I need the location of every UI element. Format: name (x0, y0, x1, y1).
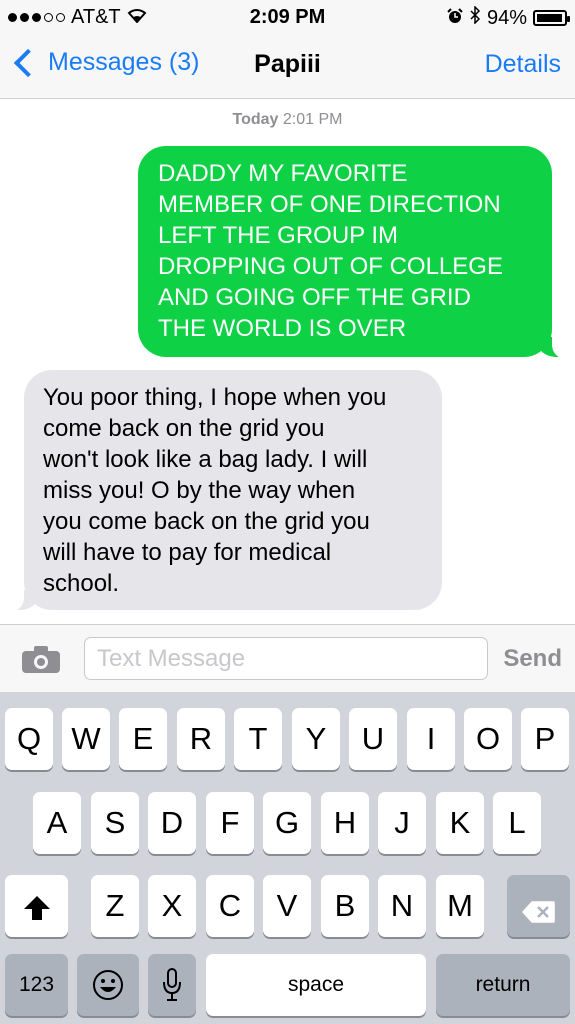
status-bar: AT&T 2:09 PM 94% (0, 0, 575, 34)
key-i[interactable]: I (407, 708, 455, 770)
key-e[interactable]: E (119, 708, 167, 770)
key-f[interactable]: F (206, 792, 254, 854)
battery-icon (533, 10, 570, 26)
keyboard: Q W E R T Y U I O P A S D F G H J K L Z … (0, 692, 575, 1024)
key-label: C (218, 888, 242, 923)
key-label: I (426, 721, 436, 756)
key-label: G (274, 805, 300, 840)
alarm-icon (447, 7, 463, 30)
key-w[interactable]: W (62, 708, 110, 770)
key-label: V (276, 888, 298, 923)
key-label: O (475, 721, 501, 756)
message-timestamp: Today 2:01 PM (0, 111, 575, 129)
key-label: J (394, 805, 410, 840)
key-t[interactable]: T (234, 708, 282, 770)
key-label: P (534, 721, 556, 756)
key-label: T (248, 721, 268, 756)
delete-key[interactable] (507, 875, 570, 937)
key-o[interactable]: O (464, 708, 512, 770)
key-n[interactable]: N (378, 875, 426, 937)
delete-icon (507, 875, 570, 931)
key-label: B (334, 888, 356, 923)
key-label: A (46, 805, 68, 840)
key-c[interactable]: C (206, 875, 254, 937)
microphone-icon (148, 954, 196, 1010)
key-label: F (220, 805, 240, 840)
key-label: Y (305, 721, 327, 756)
key-g[interactable]: G (263, 792, 311, 854)
key-y[interactable]: Y (292, 708, 340, 770)
key-p[interactable]: P (521, 708, 569, 770)
key-a[interactable]: A (33, 792, 81, 854)
key-d[interactable]: D (148, 792, 196, 854)
key-l[interactable]: L (493, 792, 541, 854)
key-label: R (189, 721, 213, 756)
key-label: N (390, 888, 414, 923)
outgoing-message-bubble[interactable]: DADDY MY FAVORITE MEMBER OF ONE DIRECTIO… (138, 146, 574, 359)
dictation-key[interactable] (148, 954, 196, 1016)
key-j[interactable]: J (378, 792, 426, 854)
key-u[interactable]: U (349, 708, 397, 770)
status-right: 94% (447, 5, 570, 30)
key-r[interactable]: R (177, 708, 225, 770)
key-label: space (287, 973, 345, 996)
send-button[interactable]: Send (503, 645, 562, 673)
space-key[interactable]: space (206, 954, 426, 1016)
incoming-message-bubble[interactable]: You poor thing, I hope when you come bac… (2, 370, 442, 612)
battery-percent: 94% (486, 6, 527, 29)
key-z[interactable]: Z (91, 875, 139, 937)
key-label: W (71, 721, 101, 756)
key-label: Z (105, 888, 125, 923)
timestamp-time: 2:01 PM (282, 111, 343, 128)
key-label: return (475, 973, 531, 996)
key-label: S (104, 805, 126, 840)
key-b[interactable]: B (321, 875, 369, 937)
return-key[interactable]: return (436, 954, 570, 1016)
shift-key[interactable] (5, 875, 68, 937)
key-label: E (132, 721, 154, 756)
timestamp-day: Today (232, 111, 279, 128)
emoji-icon (77, 954, 139, 1009)
navigation-bar: Messages (3) Papiii Details (0, 34, 575, 99)
key-h[interactable]: H (321, 792, 369, 854)
key-k[interactable]: K (436, 792, 484, 854)
details-button[interactable]: Details (485, 50, 561, 79)
key-q[interactable]: Q (5, 708, 53, 770)
key-label: 123 (18, 973, 55, 996)
key-v[interactable]: V (263, 875, 311, 937)
message-input-bar: Send (0, 624, 575, 693)
key-label: L (508, 805, 526, 840)
key-label: X (161, 888, 183, 923)
numbers-key[interactable]: 123 (5, 954, 68, 1016)
emoji-key[interactable] (77, 954, 139, 1016)
key-m[interactable]: M (436, 875, 484, 937)
key-s[interactable]: S (91, 792, 139, 854)
key-x[interactable]: X (148, 875, 196, 937)
key-label: M (447, 888, 473, 923)
key-label: D (160, 805, 184, 840)
bluetooth-icon (469, 5, 481, 30)
shift-icon (5, 875, 68, 929)
key-label: H (333, 805, 357, 840)
key-label: K (449, 805, 471, 840)
message-text-field[interactable] (84, 637, 488, 680)
key-label: Q (16, 721, 42, 756)
key-label: U (361, 721, 385, 756)
camera-icon[interactable] (22, 646, 60, 673)
